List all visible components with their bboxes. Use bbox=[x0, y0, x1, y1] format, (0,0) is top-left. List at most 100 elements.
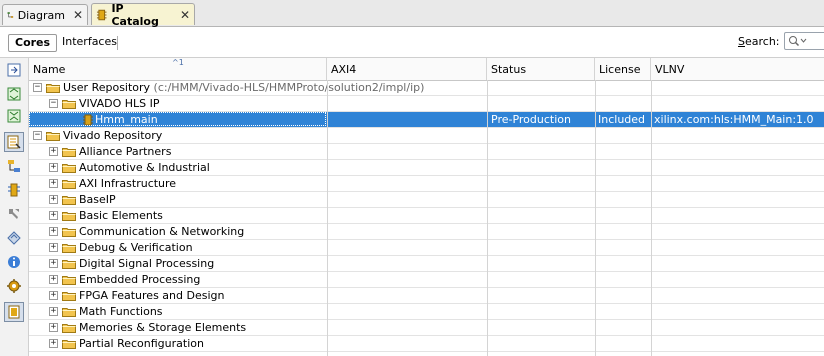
ip-properties-button[interactable] bbox=[4, 302, 24, 322]
column-header-status[interactable]: Status bbox=[487, 58, 595, 80]
cell-status: Pre-Production bbox=[491, 113, 571, 126]
table-row[interactable]: + AXI Infrastructure bbox=[29, 176, 824, 192]
expand-icon[interactable]: + bbox=[49, 291, 58, 300]
table-row[interactable]: + Automotive & Industrial bbox=[29, 160, 824, 176]
row-name: Automotive & Industrial bbox=[79, 161, 210, 174]
row-name: Digital Signal Processing bbox=[79, 257, 215, 270]
hierarchy-button[interactable] bbox=[4, 156, 24, 176]
expand-collapse-icon bbox=[7, 109, 21, 123]
column-divider bbox=[327, 80, 328, 356]
row-name: VIVADO HLS IP bbox=[79, 97, 160, 110]
row-name: Communication & Networking bbox=[79, 225, 245, 238]
cell-vlnv: xilinx.com:hls:HMM_Main:1.0 bbox=[654, 113, 814, 126]
expand-icon[interactable]: + bbox=[49, 163, 58, 172]
expand-icon[interactable]: + bbox=[49, 243, 58, 252]
folder-icon bbox=[62, 147, 76, 157]
row-name: Vivado Repository bbox=[63, 129, 163, 142]
collapse-icon[interactable]: − bbox=[49, 99, 58, 108]
group-by-category-icon bbox=[7, 135, 21, 149]
folder-icon bbox=[62, 307, 76, 317]
table-row[interactable]: − User Repository (c:/HMM/Vivado-HLS/HMMP… bbox=[29, 80, 824, 96]
folder-icon bbox=[62, 211, 76, 221]
table-row[interactable]: + Partial Reconfiguration bbox=[29, 336, 824, 352]
wrench-icon bbox=[9, 209, 19, 219]
collapse-icon[interactable]: − bbox=[33, 131, 42, 140]
column-divider bbox=[487, 80, 488, 356]
table-row[interactable]: + Digital Signal Processing bbox=[29, 256, 824, 272]
folder-icon bbox=[62, 243, 76, 253]
table-row[interactable]: + FPGA Features and Design bbox=[29, 288, 824, 304]
toolbar-divider bbox=[117, 36, 118, 50]
ip-settings-button[interactable] bbox=[4, 276, 24, 296]
expand-icon[interactable]: + bbox=[49, 227, 58, 236]
expand-icon[interactable]: + bbox=[49, 307, 58, 316]
row-name: Embedded Processing bbox=[79, 273, 201, 286]
table-row[interactable]: − VIVADO HLS IP bbox=[29, 96, 824, 112]
group-by-category-button[interactable] bbox=[4, 132, 24, 152]
expand-icon[interactable]: + bbox=[49, 179, 58, 188]
tab-ip-catalog[interactable]: IP Catalog ✕ bbox=[91, 1, 195, 28]
expand-icon[interactable]: + bbox=[49, 195, 58, 204]
column-divider bbox=[595, 80, 596, 356]
expand-all-icon bbox=[7, 87, 21, 101]
close-icon[interactable]: ✕ bbox=[73, 8, 83, 22]
folder-icon bbox=[46, 83, 60, 93]
collapse-all-button[interactable] bbox=[4, 60, 24, 80]
row-name: Alliance Partners bbox=[79, 145, 172, 158]
sort-indicator: ^1 bbox=[172, 58, 184, 67]
tab-diagram-label: Diagram bbox=[17, 8, 65, 22]
cell-license: Included bbox=[598, 113, 646, 126]
expand-icon[interactable]: + bbox=[49, 339, 58, 348]
table-row[interactable]: + BaseIP bbox=[29, 192, 824, 208]
customize-ip-button[interactable] bbox=[4, 180, 24, 200]
row-name: Basic Elements bbox=[79, 209, 163, 222]
table-row[interactable]: Hmm_main Pre-Production Included xilinx.com… bbox=[29, 112, 824, 128]
focus-outline bbox=[29, 112, 326, 126]
expand-icon[interactable]: + bbox=[49, 323, 58, 332]
table-row[interactable]: + Basic Elements bbox=[29, 208, 824, 224]
hierarchy-icon bbox=[8, 160, 20, 172]
row-name: AXI Infrastructure bbox=[79, 177, 177, 190]
ip-details-button[interactable] bbox=[4, 252, 24, 272]
close-icon[interactable]: ✕ bbox=[180, 8, 190, 22]
ip-catalog-table: Name ^1 AXI4 Status License VLNV − User R… bbox=[29, 58, 824, 356]
folder-icon bbox=[62, 275, 76, 285]
folder-icon bbox=[62, 339, 76, 349]
catalog-toolbar: Cores Interfaces Search: bbox=[0, 27, 824, 58]
row-name: User Repository (c:/HMM/Vivado-HLS/HMMPr… bbox=[63, 81, 425, 94]
table-row[interactable]: − Vivado Repository bbox=[29, 128, 824, 144]
wrench-button[interactable] bbox=[4, 204, 24, 224]
side-toolbar bbox=[0, 58, 29, 356]
collapse-icon[interactable]: − bbox=[33, 83, 42, 92]
table-row[interactable]: + Embedded Processing bbox=[29, 272, 824, 288]
expand-icon[interactable]: + bbox=[49, 275, 58, 284]
ip-properties-icon bbox=[8, 305, 20, 319]
table-row[interactable]: + Communication & Networking bbox=[29, 224, 824, 240]
table-row[interactable]: + Memories & Storage Elements bbox=[29, 320, 824, 336]
expand-icon[interactable]: + bbox=[49, 259, 58, 268]
expand-all-button[interactable] bbox=[4, 84, 24, 104]
table-row[interactable]: + Debug & Verification bbox=[29, 240, 824, 256]
expand-icon[interactable]: + bbox=[49, 147, 58, 156]
collapse-all-icon bbox=[7, 63, 21, 77]
tab-diagram[interactable]: Diagram ✕ bbox=[2, 4, 88, 25]
folder-icon bbox=[62, 163, 76, 173]
expand-collapse-button[interactable] bbox=[4, 106, 24, 126]
column-header-license[interactable]: License bbox=[595, 58, 651, 80]
expand-icon[interactable]: + bbox=[49, 211, 58, 220]
column-header-vlnv[interactable]: VLNV bbox=[651, 58, 824, 80]
tab-ip-catalog-label: IP Catalog bbox=[111, 1, 159, 28]
interfaces-button[interactable]: Interfaces bbox=[56, 34, 123, 52]
table-row[interactable]: + Alliance Partners bbox=[29, 144, 824, 160]
row-name: Debug & Verification bbox=[79, 241, 193, 254]
search-icon bbox=[789, 36, 807, 47]
row-name: Math Functions bbox=[79, 305, 163, 318]
column-header-axi4[interactable]: AXI4 bbox=[327, 58, 487, 80]
package-ip-button[interactable] bbox=[4, 228, 24, 248]
table-row[interactable]: + Math Functions bbox=[29, 304, 824, 320]
search-input[interactable] bbox=[784, 32, 824, 50]
diagram-icon bbox=[7, 12, 14, 18]
ip-catalog-icon bbox=[96, 9, 107, 20]
cores-button[interactable]: Cores bbox=[8, 34, 58, 52]
row-name: Partial Reconfiguration bbox=[79, 337, 204, 350]
